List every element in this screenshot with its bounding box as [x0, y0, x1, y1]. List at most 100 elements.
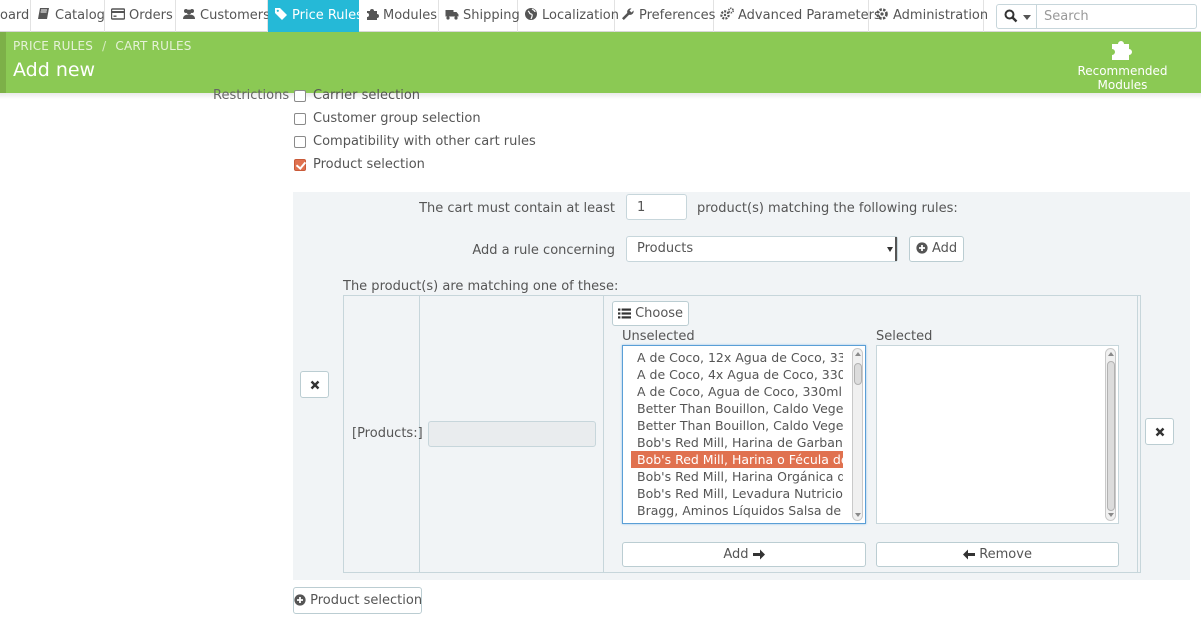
scrollbar-thumb[interactable] — [854, 363, 862, 385]
nav-label: Customers — [200, 8, 270, 23]
add-rule-label-text: Add — [931, 241, 958, 256]
nav-item-modules[interactable]: Modules — [359, 0, 439, 32]
list-item[interactable]: A de Coco, Agua de Coco, 330ml — [631, 383, 843, 400]
matching-one-label: The product(s) are matching one of these… — [343, 279, 619, 294]
nav-item-administration[interactable]: Administration — [869, 0, 988, 32]
choose-label: Choose — [635, 306, 684, 321]
list-item[interactable]: Bob's Red Mill, Levadura Nutricional en — [631, 485, 843, 502]
nav-item-advanced-parameters[interactable]: Advanced Parameters — [714, 0, 881, 32]
tags-icon — [274, 7, 288, 21]
breadcrumb-separator: / — [102, 39, 107, 53]
unselected-label: Unselected — [622, 329, 695, 344]
top-navigation: oard Catalog Orders Customers Price Rule… — [0, 0, 1201, 32]
selected-products-list[interactable] — [876, 345, 1119, 524]
remove-product-rule-button[interactable] — [1145, 418, 1174, 445]
plus-circle-icon — [916, 242, 928, 254]
restrictions-label: Restrictions — [213, 88, 290, 103]
nav-label: oard — [0, 8, 30, 23]
chevron-down-icon — [1023, 15, 1031, 20]
users-icon — [182, 7, 196, 21]
nav-label: Catalog — [55, 8, 105, 23]
cogs-icon — [720, 7, 734, 21]
nav-label: Orders — [129, 8, 173, 23]
product-selection-checkbox[interactable] — [294, 159, 306, 171]
chevron-down-icon — [887, 247, 893, 252]
product-rules-table: [Products:] Choose Unselected Selected A… — [343, 295, 1141, 573]
truck-icon — [445, 7, 459, 21]
list-item[interactable]: Better Than Bouillon, Caldo Vegetal sal — [631, 400, 843, 417]
breadcrumb: PRICE RULES / CART RULES — [13, 39, 192, 53]
cart-contains-label: The cart must contain at least — [419, 201, 615, 216]
scroll-up-icon[interactable] — [855, 352, 861, 356]
book-icon — [37, 7, 51, 21]
list-item[interactable]: Bob's Red Mill, Harina de Garbanzo, 45 — [631, 434, 843, 451]
scrollbar-thumb[interactable] — [1107, 361, 1115, 511]
remove-from-selected-button[interactable]: Remove — [876, 542, 1119, 567]
nav-label: Shipping — [463, 8, 520, 23]
breadcrumb-cart-rules[interactable]: CART RULES — [115, 39, 191, 53]
recommended-modules-button[interactable]: Recommended Modules — [1055, 38, 1195, 92]
select-edge — [895, 237, 897, 261]
nav-item-shipping[interactable]: Shipping — [439, 0, 520, 32]
matching-rules-label: product(s) matching the following rules: — [697, 201, 958, 216]
scroll-up-icon[interactable] — [1108, 352, 1114, 356]
add-rule-button[interactable]: Add — [909, 236, 964, 262]
carrier-selection-checkbox[interactable] — [294, 90, 306, 102]
nav-item-price-rules[interactable]: Price Rules — [268, 0, 363, 32]
search-icon — [1004, 9, 1018, 23]
nav-label: Price Rules — [292, 8, 363, 23]
list-item[interactable]: Bragg, Aminos Líquidos Salsa de Soya, — [631, 502, 843, 519]
add-to-selected-button[interactable]: Add — [622, 542, 866, 567]
selected-list-scrollbar[interactable] — [1105, 348, 1116, 521]
unselected-list-scrollbar[interactable] — [852, 348, 863, 521]
close-icon — [310, 380, 320, 390]
nav-item-catalog[interactable]: Catalog — [31, 0, 105, 32]
product-quantity-input[interactable] — [626, 194, 687, 220]
header-shadow — [0, 93, 1201, 99]
rule-type-value: Products — [637, 241, 694, 256]
cog-icon — [875, 7, 889, 21]
compatibility-label[interactable]: Compatibility with other cart rules — [313, 134, 536, 149]
rule-type-select[interactable]: Products — [626, 236, 898, 262]
search-input[interactable] — [1038, 5, 1196, 28]
nav-item-orders[interactable]: Orders — [105, 0, 176, 32]
search-type-button[interactable] — [997, 5, 1037, 28]
nav-label: Modules — [383, 8, 438, 23]
customer-group-selection-label[interactable]: Customer group selection — [313, 111, 481, 126]
nav-label: Preferences — [639, 8, 716, 23]
compatibility-checkbox[interactable] — [294, 136, 306, 148]
list-item[interactable]: Bob's Red Mill, Harina Orgánica de Soy — [631, 468, 843, 485]
products-summary-field — [428, 421, 596, 447]
unselected-products-list[interactable]: A de Coco, 12x Agua de Coco, 330ml A de … — [622, 345, 866, 524]
page-header: PRICE RULES / CART RULES Add new Recommend… — [0, 32, 1201, 93]
list-icon — [617, 308, 631, 319]
breadcrumb-price-rules[interactable]: PRICE RULES — [13, 39, 93, 53]
add-to-selected-label: Add — [723, 547, 749, 562]
close-icon — [1155, 427, 1165, 437]
choose-button[interactable]: Choose — [612, 301, 689, 326]
add-rule-label: Add a rule concerning — [472, 243, 615, 258]
scroll-down-icon[interactable] — [1108, 513, 1114, 517]
product-selection-label[interactable]: Product selection — [313, 157, 425, 172]
recommended-modules-label: Recommended Modules — [1077, 64, 1168, 92]
list-item[interactable]: A de Coco, 12x Agua de Coco, 330ml — [631, 349, 843, 366]
nav-item-preferences[interactable]: Preferences — [615, 0, 716, 32]
remove-rule-group-button[interactable] — [300, 371, 329, 398]
globe-icon — [524, 7, 538, 21]
nav-item-localization[interactable]: Localization — [518, 0, 619, 32]
list-item[interactable]: A de Coco, 4x Agua de Coco, 330ml — [631, 366, 843, 383]
nav-item-dashboard[interactable]: oard — [0, 0, 31, 32]
arrow-right-icon — [752, 549, 765, 560]
search-group — [996, 4, 1197, 29]
wrench-icon — [621, 7, 635, 21]
nav-label: Advanced Parameters — [738, 8, 881, 23]
customer-group-selection-checkbox[interactable] — [294, 113, 306, 125]
list-item[interactable]: Better Than Bouillon, Caldo Vegetal sal — [631, 417, 843, 434]
column-divider — [603, 296, 604, 572]
products-row-label: [Products:] — [352, 426, 423, 441]
nav-item-customers[interactable]: Customers — [176, 0, 270, 32]
scroll-down-icon[interactable] — [855, 513, 861, 517]
add-product-selection-button[interactable]: Product selection — [293, 587, 422, 614]
list-item-selected[interactable]: Bob's Red Mill, Harina o Fécula de Ta — [631, 451, 843, 468]
carrier-selection-label[interactable]: Carrier selection — [313, 88, 420, 103]
